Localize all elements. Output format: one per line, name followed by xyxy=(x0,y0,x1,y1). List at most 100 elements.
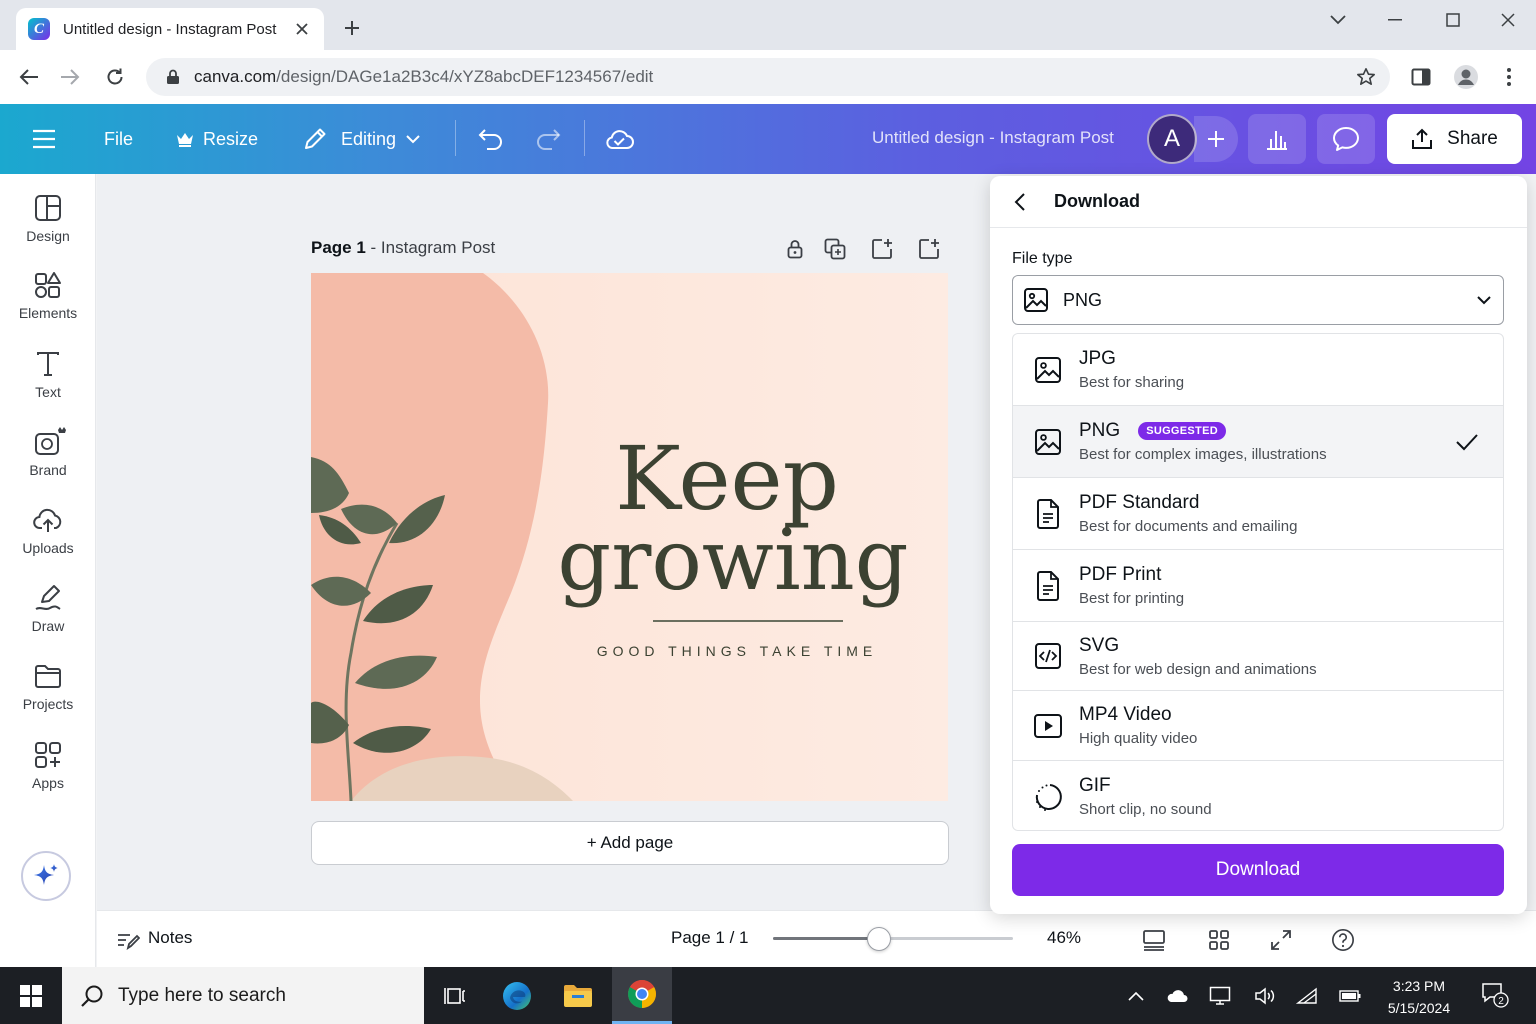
notes-icon[interactable] xyxy=(116,928,140,952)
show-hidden-icons-icon[interactable] xyxy=(1125,985,1147,1007)
lock-page-icon[interactable] xyxy=(784,238,806,260)
network-monitor-icon[interactable] xyxy=(1209,985,1231,1007)
share-button[interactable]: Share xyxy=(1387,114,1522,164)
add-page-icon[interactable] xyxy=(871,238,893,260)
sidebar-item-brand[interactable]: Brand xyxy=(0,426,96,496)
close-window-icon[interactable] xyxy=(1496,8,1520,32)
undo-icon[interactable] xyxy=(478,104,504,174)
duplicate-page-icon[interactable] xyxy=(824,238,846,260)
design-title-growing: growing xyxy=(557,511,908,609)
zoom-slider-thumb[interactable] xyxy=(866,927,891,951)
resize-button[interactable]: Resize xyxy=(176,104,258,174)
file-type-option-jpg[interactable]: JPG Best for sharing xyxy=(1013,334,1503,406)
file-explorer-icon[interactable] xyxy=(548,967,608,1024)
fullscreen-icon[interactable] xyxy=(1269,928,1293,952)
browser-menu-icon[interactable] xyxy=(1494,62,1524,92)
grid-view-icon[interactable] xyxy=(1207,928,1231,952)
add-collaborator-icon[interactable] xyxy=(1194,116,1238,162)
maximize-icon[interactable] xyxy=(1441,8,1465,32)
sidebar-item-label: Text xyxy=(35,384,61,400)
file-menu-button[interactable]: File xyxy=(104,104,133,174)
file-type-select[interactable]: PNG xyxy=(1012,275,1504,325)
comment-icon[interactable] xyxy=(1317,114,1375,164)
download-button[interactable]: Download xyxy=(1012,844,1504,896)
sidebar-item-uploads[interactable]: Uploads xyxy=(0,506,96,576)
document-title[interactable]: Untitled design - Instagram Post xyxy=(872,128,1114,148)
minimize-icon[interactable] xyxy=(1383,8,1407,32)
text-icon xyxy=(37,352,59,376)
notification-center-icon[interactable]: 2 xyxy=(1481,981,1509,1009)
bookmark-star-icon[interactable] xyxy=(1356,67,1376,87)
avatar[interactable]: A xyxy=(1147,114,1197,164)
windows-start-icon[interactable] xyxy=(20,985,42,1007)
option-name: JPG xyxy=(1079,348,1116,369)
volume-icon[interactable] xyxy=(1254,985,1276,1007)
hamburger-menu-icon[interactable] xyxy=(32,104,56,174)
option-name: MP4 Video xyxy=(1079,704,1172,725)
edge-browser-icon[interactable] xyxy=(487,967,547,1024)
tab-search-chevron-icon[interactable] xyxy=(1326,8,1350,32)
sidebar-item-elements[interactable]: Elements xyxy=(0,271,96,341)
page-title[interactable]: Page 1 - Instagram Post xyxy=(311,238,495,258)
wifi-icon[interactable] xyxy=(1296,985,1318,1007)
image-icon xyxy=(1024,288,1048,312)
option-description: Best for printing xyxy=(1079,590,1185,607)
url-omnibox[interactable]: canva.com/design/DAGe1a2B3c4/xYZ8abcDEF1… xyxy=(146,58,1390,96)
help-icon[interactable] xyxy=(1331,928,1355,952)
sidebar-item-draw[interactable]: Draw xyxy=(0,584,96,654)
share-label: Share xyxy=(1447,128,1498,149)
checkmark-icon xyxy=(1453,428,1481,456)
forward-arrow-icon[interactable] xyxy=(55,62,85,92)
page-indicator[interactable]: Page 1 / 1 xyxy=(671,928,749,948)
notes-button[interactable]: Notes xyxy=(148,928,192,948)
file-type-option-mp4[interactable]: MP4 Video High quality video xyxy=(1013,691,1503,761)
option-name: PNG xyxy=(1079,420,1121,441)
page-view-icon[interactable] xyxy=(1142,928,1166,952)
sidebar-item-apps[interactable]: Apps xyxy=(0,741,96,811)
file-type-option-png[interactable]: PNG SUGGESTED Best for complex images, ill… xyxy=(1013,406,1503,478)
side-panel-icon[interactable] xyxy=(1406,62,1436,92)
chevron-down-icon xyxy=(406,134,420,143)
file-type-option-pdf-print[interactable]: PDF Print Best for printing xyxy=(1013,550,1503,622)
sidebar-item-text[interactable]: Text xyxy=(0,350,96,420)
file-type-option-gif[interactable]: GIF Short clip, no sound xyxy=(1013,761,1503,830)
add-page-button[interactable]: + Add page xyxy=(311,821,949,865)
new-tab-icon[interactable] xyxy=(340,16,364,40)
close-tab-icon[interactable] xyxy=(292,19,312,39)
clock-time: 3:23 PM xyxy=(1392,978,1446,994)
file-type-option-svg[interactable]: SVG Best for web design and animations xyxy=(1013,622,1503,691)
gif-icon xyxy=(1033,782,1063,812)
task-view-icon[interactable] xyxy=(425,967,485,1024)
redo-icon[interactable] xyxy=(535,104,561,174)
design-page[interactable]: Keep growing GOOD THINGS TAKE TIME xyxy=(311,273,948,801)
download-panel-header: Download xyxy=(990,176,1527,228)
onedrive-cloud-icon[interactable] xyxy=(1166,985,1188,1007)
back-chevron-icon[interactable] xyxy=(1008,190,1032,214)
chrome-browser-icon[interactable] xyxy=(612,967,672,1024)
download-panel: Download File type PNG JPG Best for shari… xyxy=(990,176,1527,914)
zoom-slider-fill xyxy=(773,937,879,940)
taskbar-search-box[interactable]: Type here to search xyxy=(62,967,424,1024)
layout-icon xyxy=(35,195,61,221)
taskbar-clock[interactable]: 3:23 PM 5/15/2024 xyxy=(1378,975,1460,1019)
browser-tab[interactable]: C Untitled design - Instagram Post xyxy=(16,8,324,50)
lock-icon xyxy=(167,69,179,84)
add-page-after-icon[interactable] xyxy=(918,238,940,260)
editing-label: Editing xyxy=(341,128,397,149)
reload-icon[interactable] xyxy=(100,62,130,92)
magic-sparkle-icon[interactable] xyxy=(21,851,71,901)
editing-mode-button[interactable]: Editing xyxy=(302,104,420,174)
battery-icon[interactable] xyxy=(1339,985,1361,1007)
sidebar-item-label: Projects xyxy=(22,696,74,712)
sidebar-item-projects[interactable]: Projects xyxy=(0,662,96,732)
zoom-level[interactable]: 46% xyxy=(1047,928,1081,948)
profile-icon[interactable] xyxy=(1451,62,1481,92)
back-arrow-icon[interactable] xyxy=(14,62,44,92)
file-type-option-pdf-standard[interactable]: PDF Standard Best for documents and email… xyxy=(1013,478,1503,550)
cloud-saved-icon[interactable] xyxy=(604,104,634,174)
insights-chart-icon[interactable] xyxy=(1248,114,1306,164)
sidebar-item-design[interactable]: Design xyxy=(0,194,96,264)
option-name: GIF xyxy=(1079,775,1111,796)
sidebar-item-label: Draw xyxy=(31,618,65,634)
browser-tab-strip: C Untitled design - Instagram Post xyxy=(0,0,1536,50)
